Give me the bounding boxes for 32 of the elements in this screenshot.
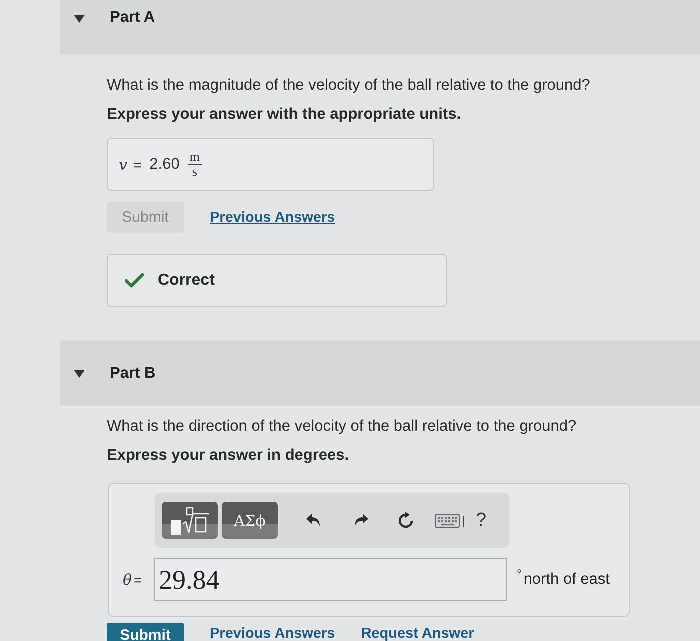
degree-sign: ° [517,567,522,581]
unit-numerator: m [188,150,202,165]
equals-sign: = [134,572,142,588]
check-icon [125,273,144,288]
instruction-text: Express your answer with the appropriate units. [107,106,462,124]
reset-icon [397,512,415,530]
variable-symbol: θ [123,570,132,588]
answer-value: 2.60 [150,156,180,174]
variable-symbol: v [119,156,128,174]
part-header[interactable]: Part B [60,341,700,406]
instruction-text: Express your answer in degrees. [107,447,350,465]
redo-icon [353,513,369,528]
greek-letters-button[interactable]: ΑΣϕ [222,502,278,539]
part-title: Part A [110,9,156,27]
equals-sign: = [133,156,142,172]
part-header[interactable]: Part A [60,0,700,55]
unit-denominator: s [192,165,198,179]
question-text: What is the magnitude of the velocity of the ball relative to the ground? [107,77,592,95]
answer-input-field[interactable]: 29.84 [154,558,507,601]
part-title: Part B [110,364,156,382]
answers-link[interactable]: Request Answer [361,626,474,641]
undo-icon [306,513,322,528]
submit-button[interactable]: Submit [107,623,184,641]
answers-link[interactable]: Previous Answers [210,626,336,641]
question-text: What is the direction of the velocity of the ball relative to the ground? [107,418,578,436]
answers-link[interactable]: Previous Answers [210,210,336,226]
fraction-root-icon [169,506,211,536]
feedback-text: Correct [158,272,215,290]
help-button[interactable]: ? [472,510,491,532]
templates-button[interactable] [162,502,218,539]
unit-suffix: north of east [524,570,610,588]
keyboard-icon [435,514,465,528]
